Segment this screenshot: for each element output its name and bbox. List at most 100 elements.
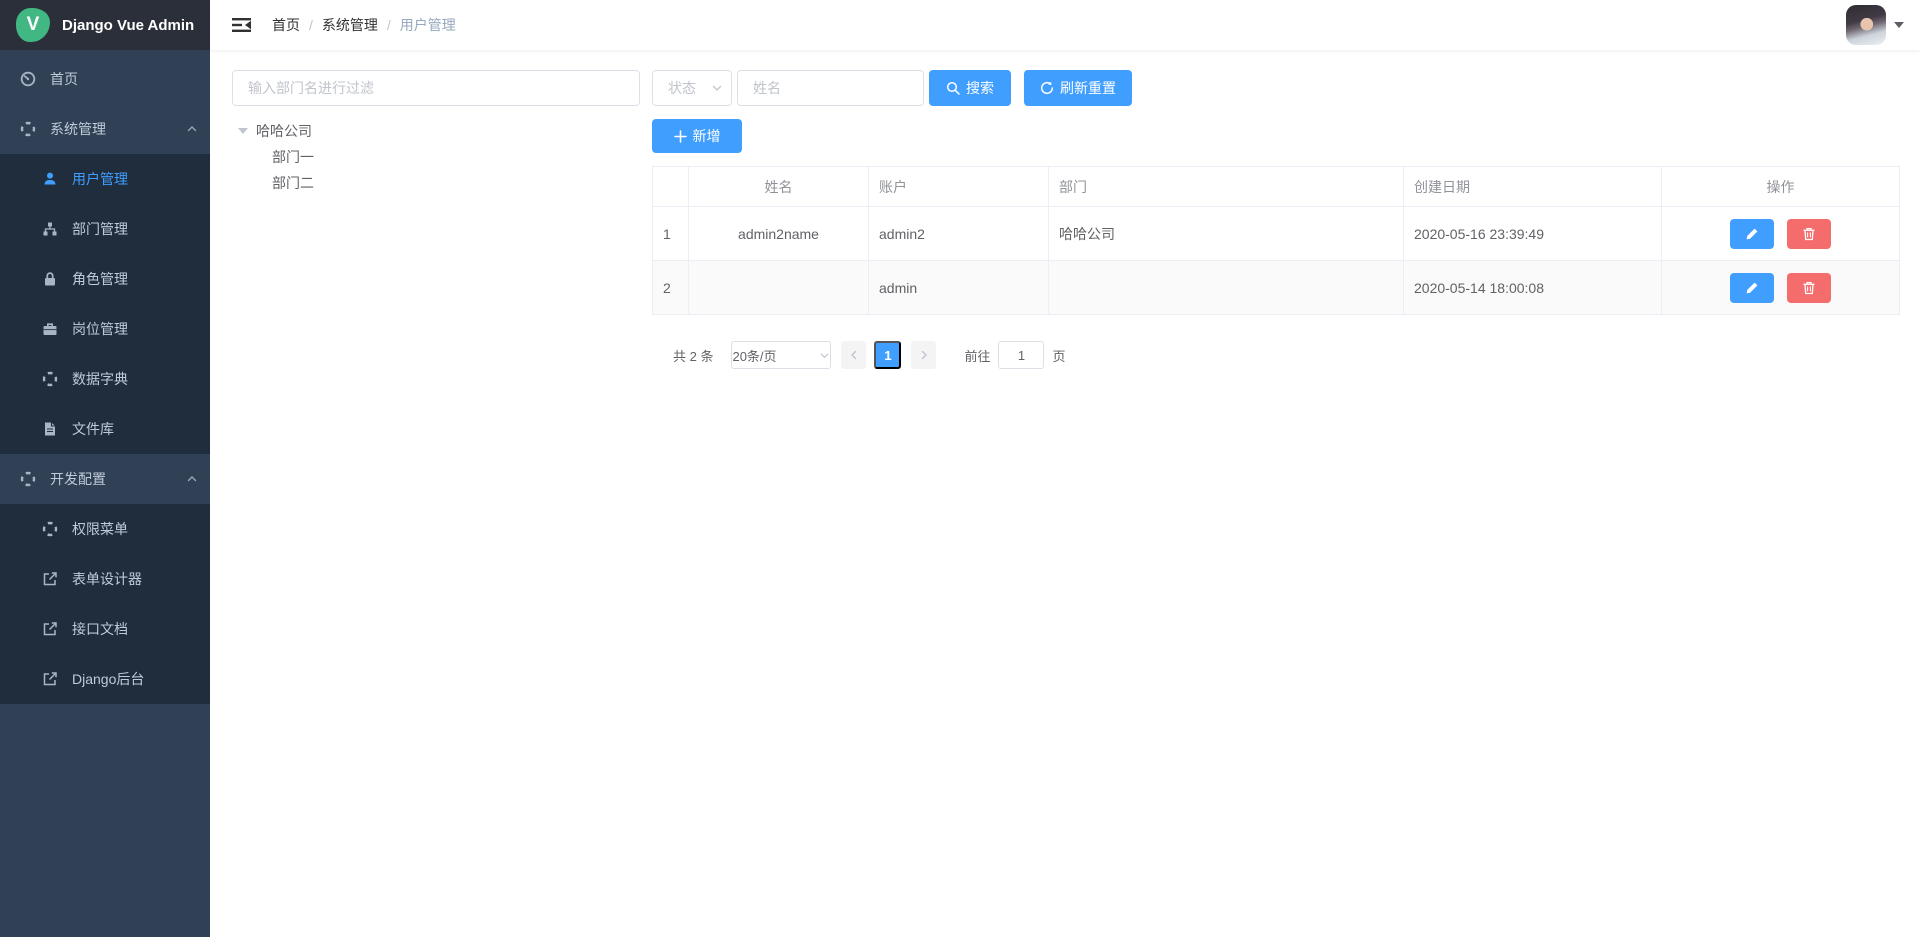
chevron-down-icon [819, 350, 830, 361]
sidebar-item-label: Django后台 [72, 669, 144, 689]
tree-node-child[interactable]: 部门二 [232, 170, 640, 196]
breadcrumb-section[interactable]: 系统管理 [322, 15, 378, 35]
tree-node-child[interactable]: 部门一 [232, 144, 640, 170]
edit-button[interactable] [1730, 219, 1774, 249]
sidebar-item-users[interactable]: 用户管理 [0, 154, 210, 204]
refresh-icon [1040, 81, 1054, 95]
sidebar-item-label: 开发配置 [50, 469, 106, 489]
column-header-index [653, 167, 689, 207]
sidebar-item-label: 接口文档 [72, 619, 128, 639]
component-icon [20, 121, 36, 137]
app-logo[interactable]: V Django Vue Admin [0, 0, 210, 50]
delete-button[interactable] [1787, 273, 1831, 303]
filter-row: 状态 搜索 [652, 70, 1900, 106]
user-panel: 状态 搜索 [652, 70, 1900, 937]
sidebar-item-form-designer[interactable]: 表单设计器 [0, 554, 210, 604]
toolbar-row: 新增 [652, 119, 1900, 153]
sidebar-item-files[interactable]: 文件库 [0, 404, 210, 454]
cell-created: 2020-05-14 18:00:08 [1404, 261, 1662, 315]
cell-name [689, 261, 869, 315]
tree-node-label: 部门二 [272, 173, 314, 193]
name-filter-input[interactable] [737, 70, 924, 106]
status-select-placeholder: 状态 [668, 78, 696, 98]
status-select[interactable]: 状态 [652, 70, 732, 106]
caret-down-icon[interactable] [238, 128, 248, 134]
search-button[interactable]: 搜索 [929, 70, 1011, 106]
goto-page: 前往 页 [964, 341, 1065, 369]
user-dropdown[interactable] [1846, 5, 1904, 45]
sidebar-item-permission-menu[interactable]: 权限菜单 [0, 504, 210, 554]
column-header-department: 部门 [1049, 167, 1404, 207]
delete-button[interactable] [1787, 219, 1831, 249]
cell-account: admin [869, 261, 1049, 315]
breadcrumb-current: 用户管理 [400, 15, 456, 35]
tree-node-label: 哈哈公司 [256, 121, 312, 141]
add-button-label: 新增 [693, 126, 721, 146]
page-content: 哈哈公司 部门一 部门二 状态 [210, 50, 1920, 937]
search-button-label: 搜索 [966, 78, 994, 98]
trash-icon [1802, 281, 1816, 295]
sidebar-item-django-admin[interactable]: Django后台 [0, 654, 210, 704]
cell-actions [1662, 207, 1900, 261]
page-size-select[interactable]: 20条/页 [731, 341, 831, 369]
sidebar-item-label: 表单设计器 [72, 569, 142, 589]
sidebar-item-home[interactable]: 首页 [0, 54, 210, 104]
sidebar-item-label: 用户管理 [72, 169, 128, 189]
briefcase-icon [42, 321, 58, 337]
sidebar-item-api-docs[interactable]: 接口文档 [0, 604, 210, 654]
user-icon [42, 171, 58, 187]
table-header-row: 姓名 账户 部门 创建日期 操作 [653, 167, 1900, 207]
column-header-account: 账户 [869, 167, 1049, 207]
column-header-created: 创建日期 [1404, 167, 1662, 207]
refresh-reset-button[interactable]: 刷新重置 [1024, 70, 1132, 106]
sidebar-fold-icon[interactable] [232, 16, 252, 34]
submenu-system: 用户管理 部门管理 角色管理 [0, 154, 210, 454]
department-panel: 哈哈公司 部门一 部门二 [232, 70, 640, 937]
prev-page-button[interactable] [841, 341, 866, 369]
app-root: V Django Vue Admin 首页 系统管理 [0, 0, 1920, 937]
external-link-icon [42, 571, 58, 587]
submenu-devconfig: 权限菜单 表单设计器 接口文档 [0, 504, 210, 704]
page-size-value: 20条/页 [732, 346, 776, 365]
refresh-reset-label: 刷新重置 [1060, 78, 1116, 98]
sidebar-item-label: 岗位管理 [72, 319, 128, 339]
sidebar-item-devconfig[interactable]: 开发配置 [0, 454, 210, 504]
sidebar-item-system[interactable]: 系统管理 [0, 104, 210, 154]
sidebar-item-departments[interactable]: 部门管理 [0, 204, 210, 254]
plus-icon [674, 130, 687, 143]
sidebar-item-label: 系统管理 [50, 119, 106, 139]
cell-department: 哈哈公司 [1049, 207, 1404, 261]
department-tree: 哈哈公司 部门一 部门二 [232, 118, 640, 196]
sidebar-item-label: 部门管理 [72, 219, 128, 239]
table-row: 2 admin 2020-05-14 18:00:08 [653, 261, 1900, 315]
edit-icon [1745, 227, 1759, 241]
org-tree-icon [42, 221, 58, 237]
pagination-total: 共 2 条 [673, 346, 713, 365]
cell-index: 1 [653, 207, 689, 261]
caret-down-icon [1894, 22, 1904, 28]
external-link-icon [42, 621, 58, 637]
department-filter-input[interactable] [232, 70, 640, 106]
breadcrumb: 首页 / 系统管理 / 用户管理 [272, 15, 456, 35]
next-page-button[interactable] [911, 341, 936, 369]
edit-button[interactable] [1730, 273, 1774, 303]
search-icon [946, 81, 960, 95]
sidebar-menu: 首页 系统管理 用户管理 [0, 50, 210, 704]
cell-index: 2 [653, 261, 689, 315]
sidebar-item-dictionary[interactable]: 数据字典 [0, 354, 210, 404]
chevron-up-icon [186, 473, 198, 485]
page-number-button[interactable]: 1 [874, 341, 901, 369]
chevron-down-icon [711, 82, 723, 94]
trash-icon [1802, 227, 1816, 241]
table-row: 1 admin2name admin2 哈哈公司 2020-05-16 23:3… [653, 207, 1900, 261]
external-link-icon [42, 671, 58, 687]
component-icon [20, 471, 36, 487]
cell-created: 2020-05-16 23:39:49 [1404, 207, 1662, 261]
goto-page-input[interactable] [998, 341, 1044, 369]
sidebar: V Django Vue Admin 首页 系统管理 [0, 0, 210, 937]
breadcrumb-home[interactable]: 首页 [272, 15, 300, 35]
sidebar-item-posts[interactable]: 岗位管理 [0, 304, 210, 354]
tree-node-root[interactable]: 哈哈公司 [232, 118, 640, 144]
sidebar-item-roles[interactable]: 角色管理 [0, 254, 210, 304]
add-button[interactable]: 新增 [652, 119, 742, 153]
